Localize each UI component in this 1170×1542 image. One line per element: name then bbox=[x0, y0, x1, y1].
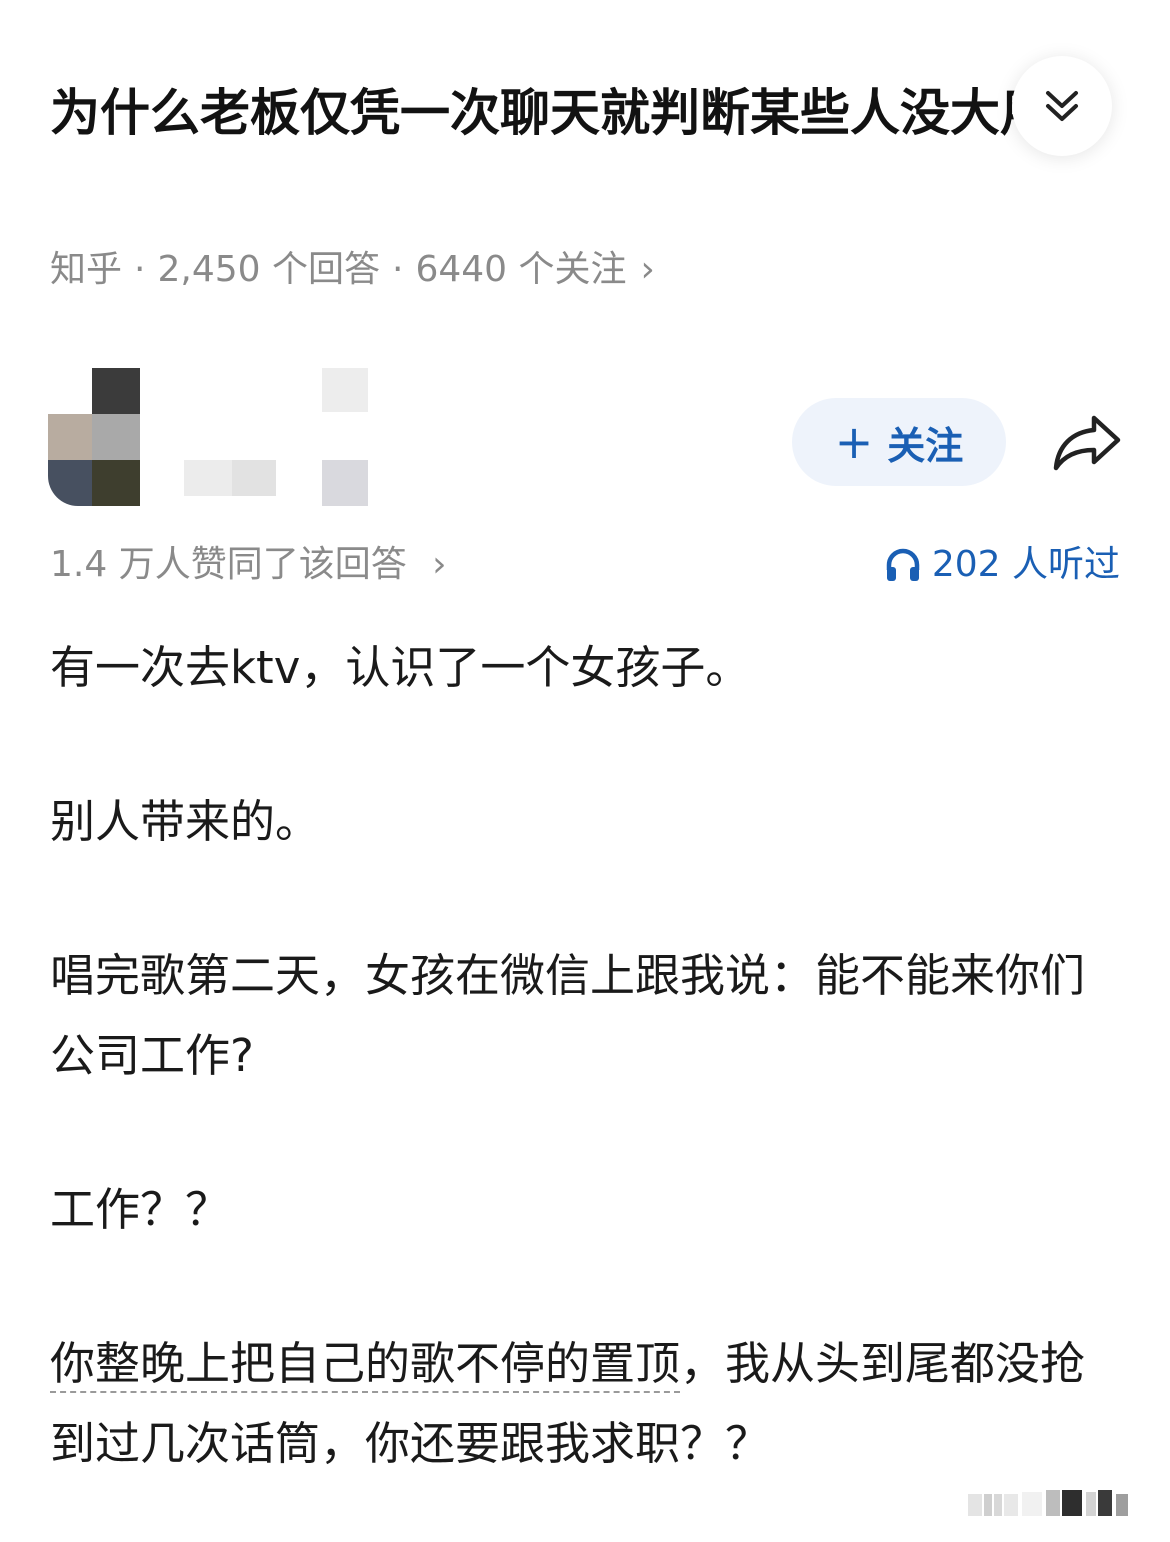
chevron-right-icon: › bbox=[432, 544, 447, 585]
answer-paragraph: 唱完歌第二天，女孩在微信上跟我说：能不能来你们公司工作? bbox=[50, 949, 1086, 1082]
follow-label: 关注 bbox=[887, 423, 964, 468]
answer-paragraph: 有一次去ktv，认识了一个女孩子。 bbox=[50, 641, 751, 694]
highlighted-phrase[interactable]: 你整晚上把自己的歌不停的置顶 bbox=[50, 1337, 680, 1390]
plus-icon: + bbox=[834, 415, 874, 469]
answer-stats: 1.4 万人赞同了该回答 › 202 人听过 bbox=[50, 540, 1120, 590]
answer-count: 2,450 个回答 bbox=[157, 249, 380, 290]
answer-paragraph: 你整晚上把自己的歌不停的置顶，我从头到尾都没抢到过几次话筒，你还要跟我求职？？ bbox=[50, 1324, 1125, 1484]
watermark-pixels bbox=[968, 1490, 1128, 1516]
answer-content: 有一次去ktv，认识了一个女孩子。 别人带来的。 唱完歌第二天，女孩在微信上跟我… bbox=[50, 628, 1125, 1484]
likes-link[interactable]: 1.4 万人赞同了该回答 › bbox=[50, 540, 447, 590]
avatar[interactable] bbox=[48, 368, 140, 506]
meta-separator: · bbox=[134, 249, 146, 290]
likes-count: 1.4 万人赞同了该回答 bbox=[50, 544, 407, 585]
question-title[interactable]: 为什么老板仅凭一次聊天就判断某些人没大用? bbox=[50, 72, 1130, 154]
collapse-button[interactable] bbox=[1012, 56, 1112, 156]
listen-link[interactable]: 202 人听过 bbox=[884, 540, 1120, 590]
share-arrow-icon[interactable] bbox=[1050, 410, 1124, 474]
meta-separator: · bbox=[391, 249, 404, 290]
question-meta[interactable]: 知乎 · 2,450 个回答 · 6440 个关注 › bbox=[50, 246, 655, 294]
answer-paragraph: 工作？？ bbox=[50, 1183, 231, 1236]
author-name-blurred[interactable] bbox=[180, 360, 380, 510]
double-chevron-down-icon bbox=[1046, 91, 1078, 121]
chevron-right-icon: › bbox=[640, 249, 655, 290]
headphones-icon bbox=[886, 548, 920, 581]
answer-paragraph: 别人带来的。 bbox=[50, 795, 321, 848]
follower-count: 6440 个关注 bbox=[415, 249, 627, 290]
listen-count: 202 人听过 bbox=[931, 544, 1120, 585]
source-label: 知乎 bbox=[50, 249, 123, 290]
follow-button[interactable]: + 关注 bbox=[792, 398, 1006, 486]
